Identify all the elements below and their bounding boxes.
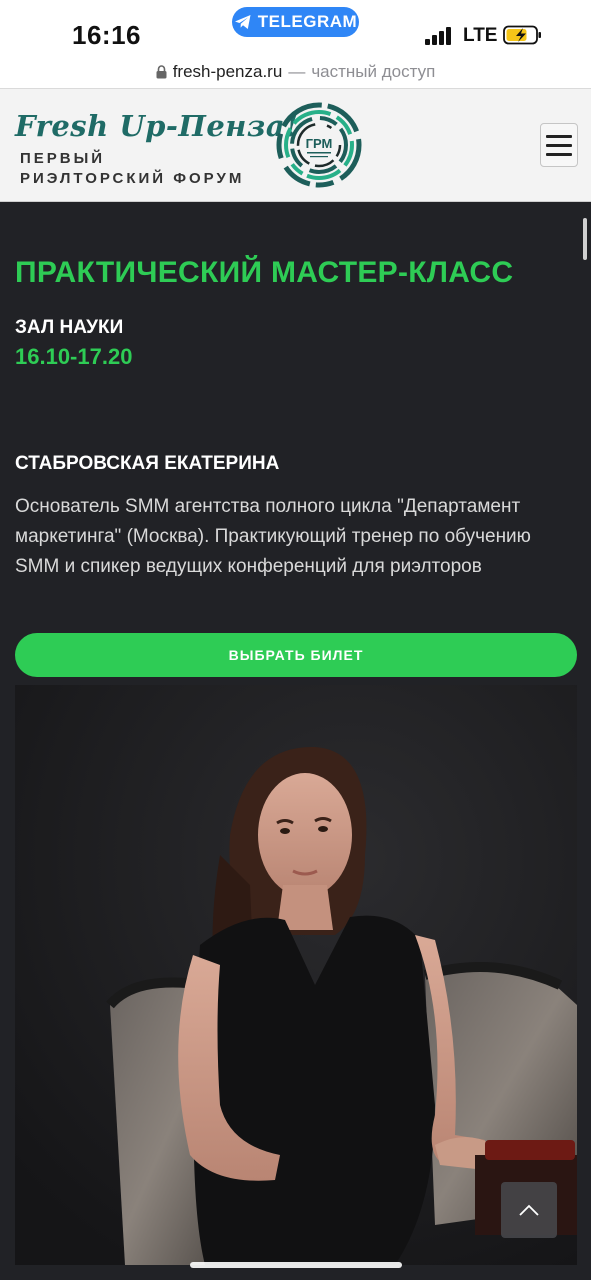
url-separator: — xyxy=(288,62,306,81)
brand-subtitle: ПЕРВЫЙ РИЭЛТОРСКИЙ ФОРУМ xyxy=(20,149,244,189)
choose-ticket-button[interactable]: ВЫБРАТЬ БИЛЕТ xyxy=(15,633,577,677)
telegram-icon xyxy=(234,15,251,29)
speaker-photo xyxy=(15,685,577,1265)
logo-text: ГРМ xyxy=(306,136,333,151)
scroll-to-top-button[interactable] xyxy=(501,1182,557,1238)
chevron-up-icon xyxy=(519,1204,539,1216)
status-time: 16:16 xyxy=(72,20,141,50)
speaker-description: Основатель SMM агентства полного цикла "… xyxy=(15,496,531,577)
event-time: 16.10-17.20 xyxy=(15,344,133,369)
brand-subtitle-line1: ПЕРВЫЙ xyxy=(20,150,106,167)
brand-subtitle-line2: РИЭЛТОРСКИЙ ФОРУМ xyxy=(20,170,245,187)
status-bar: 16:16 TELEGRAM LTE xyxy=(0,0,591,56)
brand-title[interactable]: Fresh Up-Пенза! xyxy=(15,109,298,143)
grm-logo[interactable]: ГРМ xyxy=(276,102,362,188)
network-type: LTE xyxy=(463,25,498,46)
signal-icon xyxy=(425,25,455,45)
scrollbar-thumb[interactable] xyxy=(583,218,587,260)
event-title: ПРАКТИЧЕСКИЙ МАСТЕР-КЛАСС xyxy=(15,256,514,289)
event-hall: ЗАЛ НАУКИ xyxy=(15,317,124,338)
home-indicator[interactable] xyxy=(190,1262,402,1268)
url-host: fresh-penza.ru xyxy=(172,62,283,81)
url-bar[interactable]: fresh-penza.ru — частный доступ xyxy=(0,56,591,88)
speaker-name: СТАБРОВСКАЯ ЕКАТЕРИНА xyxy=(15,453,280,474)
telegram-return-pill[interactable]: TELEGRAM xyxy=(232,7,359,37)
battery-charging-icon xyxy=(503,25,541,45)
hamburger-menu-button[interactable] xyxy=(540,123,578,167)
lock-icon xyxy=(156,65,167,79)
url-subtitle: частный доступ xyxy=(311,62,436,81)
hamburger-icon xyxy=(546,134,572,138)
telegram-label: TELEGRAM xyxy=(257,12,358,31)
